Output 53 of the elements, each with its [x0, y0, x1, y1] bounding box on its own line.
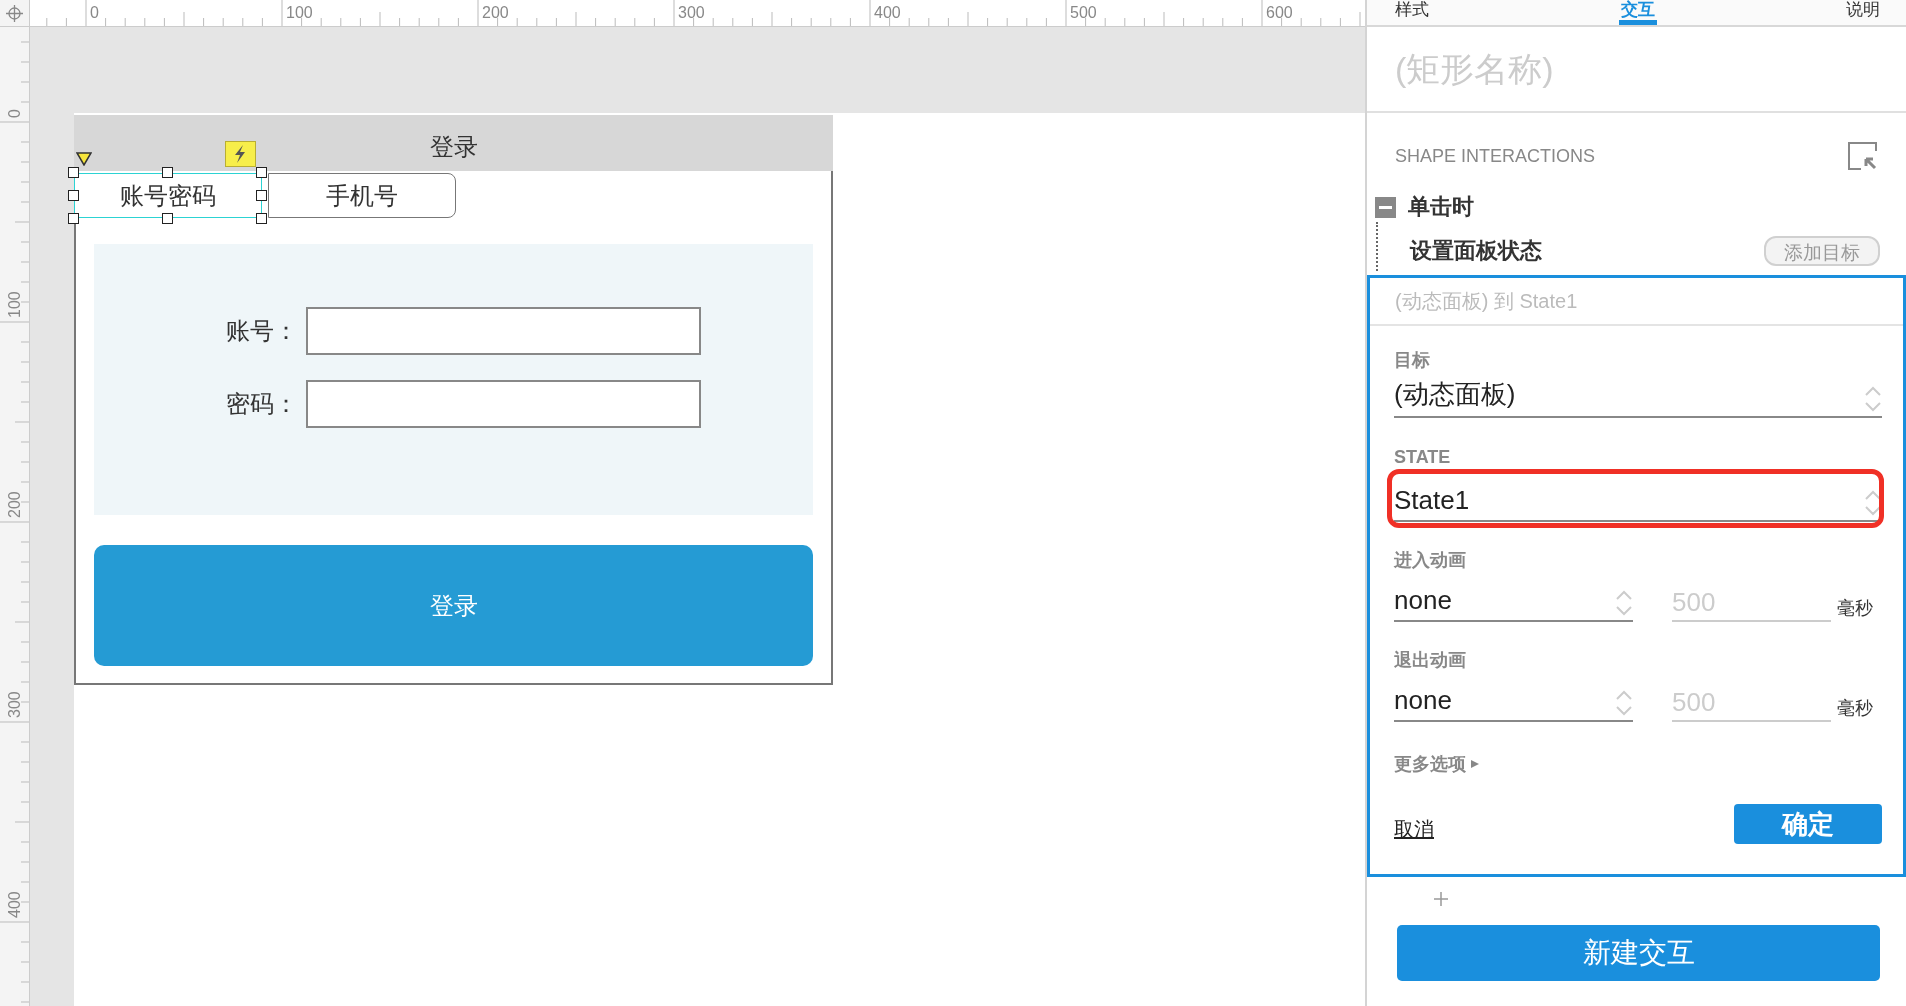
animation-select[interactable]: none — [1394, 576, 1633, 622]
expand-triangle-icon — [1470, 759, 1480, 769]
header-title: 登录 — [429, 132, 478, 162]
selection-handle[interactable] — [256, 213, 267, 224]
crosshair-icon[interactable] — [6, 5, 23, 22]
more-options-button[interactable]: 更多选项 — [1394, 752, 1480, 776]
animation-label: 进入动画 — [1394, 549, 1467, 572]
action-summary: (动态面板) 到 State1 — [1370, 278, 1903, 326]
minus-icon — [1379, 205, 1392, 209]
panel-tab[interactable]: 说明 — [1844, 0, 1882, 25]
cancel-link[interactable]: 取消 — [1394, 815, 1434, 843]
field-label: 密码： — [225, 389, 298, 419]
collapse-panel-icon[interactable] — [1848, 142, 1878, 170]
state-label: STATE — [1394, 448, 1452, 466]
ruler-label: 100 — [286, 4, 313, 21]
tab[interactable]: 手机号 — [268, 173, 456, 218]
target-label: 目标 — [1394, 349, 1431, 372]
target-select[interactable]: (动态面板) — [1394, 372, 1882, 418]
input-field[interactable] — [306, 307, 701, 355]
animation-label: 退出动画 — [1394, 649, 1467, 672]
triangle-marker-icon[interactable] — [76, 152, 92, 166]
unit-label: 毫秒 — [1837, 697, 1873, 720]
ruler-label: 200 — [6, 491, 23, 518]
action-label: 设置面板状态 — [1408, 237, 1542, 265]
ruler-label: 600 — [1266, 4, 1293, 21]
selection-handle[interactable] — [68, 190, 79, 201]
animation-select[interactable]: none — [1394, 676, 1633, 722]
ruler-label: 200 — [482, 4, 509, 21]
tab[interactable]: 账号密码 — [68, 167, 268, 224]
selection-handle[interactable] — [256, 167, 267, 178]
section-title: SHAPE INTERACTIONS — [1395, 145, 1596, 167]
ruler-label: 0 — [6, 109, 23, 118]
ruler-label: 300 — [678, 4, 705, 21]
ruler-label: 400 — [6, 891, 23, 918]
ruler-label: 400 — [874, 4, 901, 21]
selection-handle[interactable] — [162, 213, 173, 224]
input-field[interactable] — [306, 380, 701, 428]
ruler-label: 0 — [90, 4, 99, 21]
lightning-icon[interactable] — [225, 141, 256, 167]
ruler-label: 500 — [1070, 4, 1097, 21]
stepper-icon[interactable] — [1864, 490, 1882, 516]
collapse-toggle[interactable] — [1375, 196, 1396, 218]
state-select[interactable]: State1 — [1394, 466, 1882, 522]
selection-handle[interactable] — [68, 213, 79, 224]
ruler-label: 300 — [6, 691, 23, 718]
selection-handle[interactable] — [68, 167, 79, 178]
field-label: 账号： — [225, 316, 298, 346]
selection-handle[interactable] — [162, 167, 173, 178]
unit-label: 毫秒 — [1837, 597, 1873, 620]
panel-tab[interactable]: 样式 — [1393, 0, 1431, 25]
ruler-label: 100 — [6, 291, 23, 318]
selection-handle[interactable] — [256, 190, 267, 201]
event-label: 单击时 — [1408, 193, 1474, 221]
